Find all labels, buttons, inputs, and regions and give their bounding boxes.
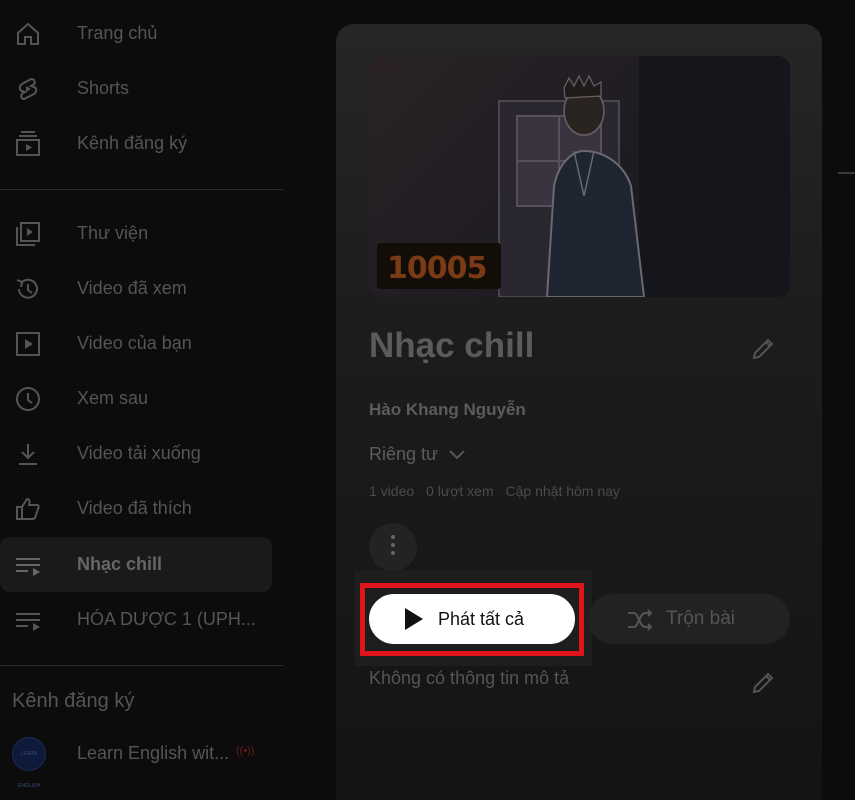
like-icon [14, 495, 42, 523]
your-videos-icon [14, 330, 42, 358]
sidebar-subscription-item[interactable]: LEARN ENGLISH Learn English wit... ((•)) [0, 728, 272, 789]
sidebar-item-label: Video của bạn [77, 333, 192, 353]
sidebar-item-label: Nhạc chill [77, 554, 163, 574]
sidebar-item-shorts[interactable]: Shorts [0, 61, 272, 116]
subscriptions-section-title: Kênh đăng ký [12, 690, 135, 712]
sidebar-item-nhac-chill[interactable]: Nhạc chill [0, 537, 272, 592]
chevron-down-icon [449, 444, 465, 465]
sidebar-item-label: Shorts [77, 78, 130, 98]
sidebar-item-downloads[interactable]: Video tải xuống [0, 426, 272, 481]
sidebar: Trang chủ Shorts Kênh đăng ký Thư viện V… [0, 0, 283, 800]
sidebar-item-label: Video đã thích [77, 498, 192, 518]
home-icon [14, 20, 42, 48]
shuffle-icon [626, 606, 654, 634]
edit-title-icon[interactable] [750, 336, 776, 362]
live-indicator-icon: ((•)) [236, 745, 255, 757]
playlist-icon [14, 606, 42, 634]
video-count: 1 video [369, 483, 415, 499]
edge-divider [838, 172, 855, 174]
app-root: Trang chủ Shorts Kênh đăng ký Thư viện V… [0, 0, 855, 800]
privacy-label: Riêng tư [369, 444, 439, 464]
download-icon [14, 440, 42, 468]
channel-avatar: LEARN ENGLISH [12, 737, 46, 789]
library-icon [14, 220, 42, 248]
more-vertical-icon [390, 534, 396, 561]
sidebar-divider [0, 665, 283, 666]
history-icon [14, 275, 42, 303]
sidebar-item-home[interactable]: Trang chủ [0, 6, 272, 61]
sidebar-item-label: Video đã xem [77, 278, 187, 298]
sidebar-item-label: Kênh đăng ký [77, 133, 188, 153]
shuffle-label: Trộn bài [666, 608, 735, 629]
sidebar-item-your-videos[interactable]: Video của bạn [0, 316, 272, 371]
sidebar-item-watch-later[interactable]: Xem sau [0, 371, 272, 426]
play-all-button[interactable]: Phát tất cả [369, 594, 575, 644]
updated-text: Cập nhật hôm nay [505, 483, 620, 499]
thumbnail-logo: 10005 [377, 243, 501, 289]
play-all-label: Phát tất cả [438, 609, 525, 629]
subscription-label: Learn English wit... [77, 743, 230, 763]
shuffle-button[interactable]: Trộn bài [588, 594, 790, 644]
sidebar-item-label: Thư viện [77, 223, 149, 243]
privacy-dropdown[interactable]: Riêng tư [369, 444, 465, 465]
play-icon [405, 608, 423, 630]
sidebar-item-hoa-duoc[interactable]: HÓA DƯỢC 1 (UPH... [0, 592, 272, 647]
playlist-description: Không có thông tin mô tả [369, 668, 570, 688]
edit-description-icon[interactable] [750, 670, 776, 696]
sidebar-item-liked-videos[interactable]: Video đã thích [0, 481, 272, 536]
sidebar-item-label: Xem sau [77, 388, 149, 408]
sidebar-item-label: Trang chủ [77, 23, 158, 43]
subscriptions-icon [14, 130, 42, 158]
sidebar-divider [0, 189, 283, 190]
sidebar-item-label: Video tải xuống [77, 443, 201, 463]
sidebar-item-history[interactable]: Video đã xem [0, 261, 272, 316]
playlist-title: Nhạc chill [369, 326, 535, 365]
watch-later-icon [14, 385, 42, 413]
more-options-button[interactable] [369, 523, 417, 571]
sidebar-item-label: HÓA DƯỢC 1 (UPH... [77, 609, 256, 629]
playlist-owner[interactable]: Hào Khang Nguyễn [369, 400, 526, 420]
playlist-stats: 1 video 0 lượt xem Cập nhật hôm nay [369, 483, 628, 499]
sidebar-item-library[interactable]: Thư viện [0, 206, 272, 261]
playlist-icon [14, 551, 42, 579]
shorts-icon [14, 75, 42, 103]
view-count: 0 lượt xem [426, 483, 494, 499]
sidebar-item-subscriptions[interactable]: Kênh đăng ký [0, 116, 272, 171]
